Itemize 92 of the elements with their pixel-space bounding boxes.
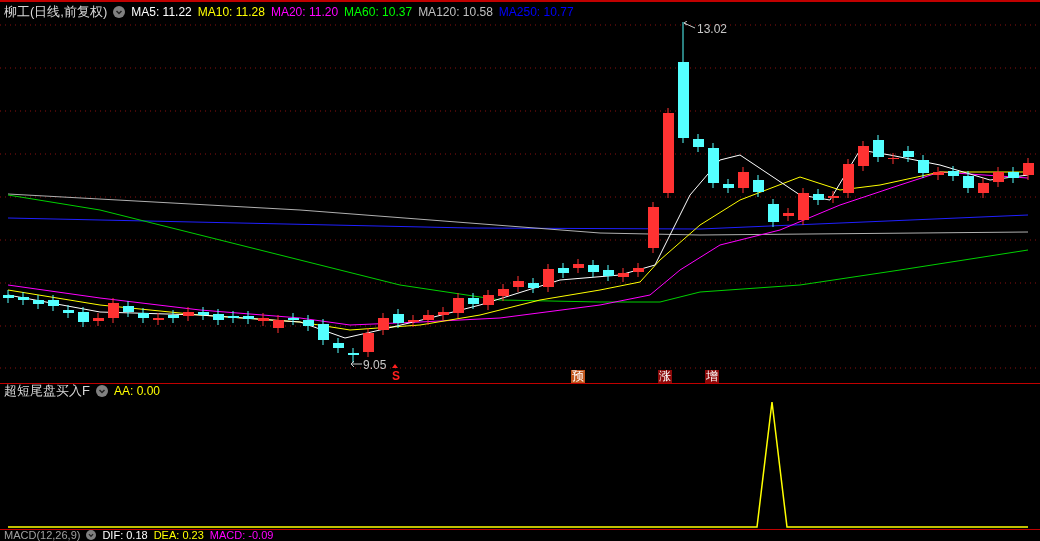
candlestick (453, 292, 464, 319)
candlestick (888, 152, 899, 165)
candlestick (558, 262, 569, 279)
legend-value: MA60: 10.37 (344, 4, 413, 19)
candlestick (963, 170, 974, 194)
candlestick (1023, 157, 1034, 181)
candlestick (1008, 166, 1019, 184)
candlestick (198, 306, 209, 321)
candlestick (213, 308, 224, 326)
candlestick (153, 312, 164, 326)
legend-value: MA10: 11.28 (197, 4, 265, 19)
candlestick (603, 264, 614, 282)
candlestick (168, 309, 179, 324)
signal-badge: 涨 (658, 370, 672, 383)
leader-line (350, 360, 363, 368)
candlestick (348, 347, 359, 364)
candlestick (738, 166, 749, 194)
panel-title: MACD(12,26,9) (4, 529, 81, 541)
leader-line (683, 21, 696, 29)
price-label: 9.05 (363, 358, 387, 372)
signal-badge: 预 (571, 370, 585, 383)
candlestick (273, 314, 284, 334)
candlestick (468, 292, 479, 310)
candlestick (258, 312, 269, 327)
candlestick (363, 327, 374, 358)
candlestick (528, 277, 539, 294)
candlestick (483, 289, 494, 311)
candlestick (393, 308, 404, 329)
candlestick (768, 198, 779, 228)
legend-value: DIF: 0.18 (102, 529, 148, 541)
legend-value: MACD: -0.09 (209, 529, 274, 541)
candlestick (903, 145, 914, 163)
candlestick (108, 297, 119, 324)
chevron-down-icon[interactable] (86, 530, 97, 540)
candlestick (63, 304, 74, 319)
candlestick (228, 310, 239, 324)
chevron-down-icon[interactable] (113, 5, 126, 18)
candlestick (648, 201, 659, 254)
price-label: 13.02 (697, 22, 728, 36)
candlestick (3, 289, 14, 304)
legend-value: MA250: 10.77 (498, 4, 574, 19)
candlestick (753, 174, 764, 198)
candlestick (843, 158, 854, 199)
candlestick (873, 134, 884, 163)
candlestick (588, 259, 599, 278)
candlestick (783, 207, 794, 222)
candlestick (978, 177, 989, 199)
candlestick (243, 310, 254, 325)
candlestick (288, 312, 299, 326)
triangle-up-icon (392, 364, 398, 368)
candlestick (33, 294, 44, 310)
panel-title: 超短尾盘买入F (4, 382, 90, 400)
candlestick (723, 178, 734, 194)
candlestick (423, 309, 434, 326)
candlestick (813, 188, 824, 206)
candlestick (693, 133, 704, 153)
candlestick (573, 258, 584, 274)
legend-value: AA: 0.00 (113, 384, 160, 398)
candlestick (933, 166, 944, 181)
candlestick (798, 187, 809, 226)
candlestick (333, 337, 344, 354)
candlestick (543, 263, 554, 293)
candlestick (318, 318, 329, 346)
candlestick (378, 312, 389, 336)
candlestick (993, 166, 1004, 188)
candlestick (708, 142, 719, 189)
chevron-down-icon[interactable] (95, 385, 108, 397)
candlestick (303, 314, 314, 332)
panel-title: 柳工(日线,前复权) (4, 2, 108, 21)
candlestick (513, 275, 524, 293)
candlestick (498, 283, 509, 302)
candlestick (858, 140, 869, 172)
candlestick (828, 190, 839, 204)
candlestick (93, 312, 104, 327)
candlestick (633, 262, 644, 278)
candlestick (438, 306, 449, 321)
candlestick (48, 294, 59, 312)
candlestick (78, 306, 89, 328)
candlestick (18, 291, 29, 306)
legend-value: MA5: 11.22 (131, 4, 192, 19)
legend-value: DEA: 0.23 (153, 529, 204, 541)
candlestick (138, 307, 149, 324)
candlestick (618, 267, 629, 283)
candlestick (183, 306, 194, 322)
legend-value: MA20: 11.20 (270, 4, 339, 19)
candlestick (123, 300, 134, 318)
signal-marker: S (391, 370, 401, 383)
legend-value: MA120: 10.58 (418, 4, 493, 19)
candlestick (918, 154, 929, 179)
candlestick (948, 165, 959, 182)
signal-badge: 增 (705, 370, 719, 383)
candlestick (408, 314, 419, 328)
